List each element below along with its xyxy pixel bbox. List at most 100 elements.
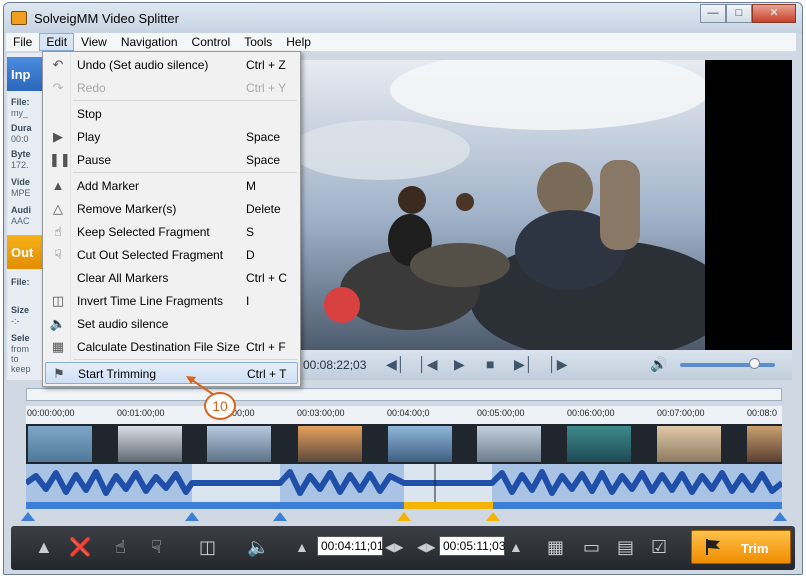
menu-item-invert[interactable]: ◫ Invert Time Line Fragments I — [45, 290, 298, 312]
play-icon[interactable]: ▶ — [454, 356, 465, 373]
menu-item-start-trimming[interactable]: ⚑ Start Trimming Ctrl + T — [45, 362, 298, 384]
info-label: Audi — [11, 205, 31, 215]
end-time-field[interactable]: 00:05:11;03 — [439, 536, 506, 556]
close-button[interactable]: ✕ — [752, 4, 796, 23]
end-adjust-icon[interactable]: ◀▶ — [417, 538, 435, 556]
menu-tools[interactable]: Tools — [237, 33, 279, 51]
tick-label: 00:00:00;00 — [27, 408, 75, 418]
menu-edit[interactable]: Edit — [39, 33, 75, 51]
jump-marker-icon[interactable]: ▭ — [583, 538, 600, 556]
tick-label: 00:03:00;00 — [297, 408, 345, 418]
volume-slider[interactable] — [680, 363, 775, 367]
thumbs-down-icon: ☟ — [54, 247, 62, 262]
split-icon[interactable]: ▤ — [617, 538, 634, 556]
menu-item-pause[interactable]: ❚❚ Pause Space — [45, 149, 298, 171]
menu-item-keep-fragment[interactable]: ☝ Keep Selected Fragment S — [45, 221, 298, 243]
menu-view[interactable]: View — [74, 33, 114, 51]
thumbnail — [567, 426, 631, 462]
maximize-button[interactable]: □ — [726, 4, 752, 23]
input-header[interactable]: Inp — [7, 57, 47, 91]
menu-item-label: Redo — [77, 81, 106, 95]
go-start-icon[interactable]: ▲ — [295, 538, 309, 556]
thumbnail — [747, 426, 782, 462]
output-header[interactable]: Out — [7, 235, 47, 269]
menu-help[interactable]: Help — [279, 33, 318, 51]
menu-item-undo[interactable]: ↶ Undo (Set audio silence) Ctrl + Z — [45, 54, 298, 76]
menu-item-shortcut: Ctrl + Y — [246, 81, 287, 95]
player-controls: 00:08:22;03 ◀│ │◀ ▶ ■ ▶│ │▶ 🔊 — [300, 350, 792, 380]
menu-item-label: Play — [77, 130, 101, 144]
timeline-scrollbar[interactable] — [26, 388, 782, 401]
film-icon[interactable]: ▦ — [547, 538, 564, 556]
thumbnail-strip[interactable] — [26, 424, 782, 464]
mute-icon[interactable]: 🔈 — [247, 538, 269, 556]
menu-navigation[interactable]: Navigation — [114, 33, 185, 51]
menu-item-clear-markers[interactable]: Clear All Markers Ctrl + C — [45, 267, 298, 289]
info-label: Size — [11, 305, 30, 315]
thumbs-up-icon[interactable]: ☝ — [115, 538, 126, 556]
menu-item-audio-silence[interactable]: 🔈 Set audio silence — [45, 313, 298, 335]
step-back-icon[interactable]: │◀ — [418, 356, 438, 373]
trim-button[interactable]: Trim — [691, 530, 791, 564]
menu-item-label: Stop — [77, 107, 102, 121]
stop-icon[interactable]: ■ — [486, 356, 494, 372]
menu-control[interactable]: Control — [185, 33, 238, 51]
info-value: keep — [11, 364, 31, 374]
info-value: MPE — [11, 188, 31, 198]
menu-item-stop[interactable]: Stop — [45, 103, 298, 125]
menu-file[interactable]: File — [6, 33, 39, 51]
volume-knob[interactable] — [748, 358, 760, 369]
menu-item-label: Start Trimming — [78, 367, 157, 381]
menu-item-label: Clear All Markers — [77, 271, 169, 285]
invert-icon: ◫ — [51, 293, 65, 308]
marker-track[interactable] — [14, 510, 796, 522]
thumbs-down-icon[interactable]: ☟ — [151, 538, 162, 556]
next-frame-icon[interactable]: │▶ — [548, 356, 568, 373]
info-label: File: — [11, 277, 30, 287]
go-end-icon[interactable]: ▲ — [509, 538, 523, 556]
start-time-field[interactable]: 00:04:11;01 — [317, 536, 384, 556]
video-preview[interactable] — [300, 60, 792, 350]
menu-item-cut-fragment[interactable]: ☟ Cut Out Selected Fragment D — [45, 244, 298, 266]
menu-item-add-marker[interactable]: ▲ Add Marker M — [45, 175, 298, 197]
info-value: 00:0 — [11, 134, 29, 144]
info-label: Vide — [11, 177, 30, 187]
info-value: to — [11, 354, 19, 364]
start-adjust-icon[interactable]: ◀▶ — [385, 538, 403, 556]
prev-frame-icon[interactable]: ◀│ — [386, 356, 406, 373]
waveform-graphic — [26, 464, 782, 502]
menu-item-shortcut: Ctrl + T — [247, 367, 287, 381]
marker-icons — [21, 512, 787, 521]
add-marker-icon[interactable]: ▲ — [35, 538, 53, 556]
menu-item-redo[interactable]: ↷ Redo Ctrl + Y — [45, 77, 298, 99]
minimize-button[interactable]: — — [700, 4, 726, 23]
info-value: -:- — [11, 316, 20, 326]
info-label: File: — [11, 97, 30, 107]
menu-item-label: Set audio silence — [77, 317, 169, 331]
menu-separator — [73, 172, 297, 173]
menu-item-shortcut: I — [246, 294, 250, 308]
info-value: from — [11, 344, 29, 354]
step-forward-icon[interactable]: ▶│ — [514, 356, 534, 373]
audio-waveform[interactable] — [26, 464, 782, 502]
play-icon: ▶ — [53, 129, 63, 144]
menu-item-shortcut: Ctrl + F — [246, 340, 286, 354]
volume-icon[interactable]: 🔊 — [650, 356, 667, 373]
invert-icon[interactable]: ◫ — [199, 538, 216, 556]
tick-label: 00:04:00;0 — [387, 408, 430, 418]
thumbnail — [118, 426, 182, 462]
check-icon[interactable]: ☑ — [651, 538, 667, 556]
thumbnail — [298, 426, 362, 462]
menu-item-shortcut: S — [246, 225, 255, 239]
menu-item-play[interactable]: ▶ Play Space — [45, 126, 298, 148]
time-ruler[interactable]: 00:00:00;00 00:01:00;00 00:02:00;00 00:0… — [26, 406, 782, 424]
menu-item-remove-markers[interactable]: △ Remove Marker(s) Delete — [45, 198, 298, 220]
title-bar: SolveigMM Video Splitter — □ ✕ — [4, 3, 802, 34]
tick-label: 00:05:00;00 — [477, 408, 525, 418]
remove-marker-icon[interactable]: ❌ — [69, 538, 91, 556]
menu-item-calc-size[interactable]: ▦ Calculate Destination File Size Ctrl +… — [45, 336, 298, 358]
menu-item-shortcut: Delete — [246, 202, 281, 216]
thumbnail — [388, 426, 452, 462]
menu-item-label: Undo (Set audio silence) — [77, 58, 209, 72]
selected-fragment[interactable] — [404, 502, 493, 509]
